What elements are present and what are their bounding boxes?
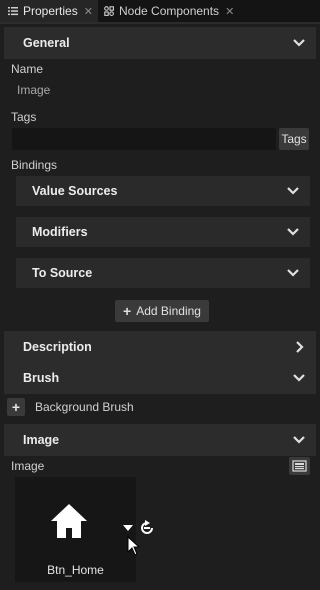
binding-modifiers-title: Modifiers: [32, 225, 88, 239]
add-background-brush-button[interactable]: +: [7, 398, 25, 416]
mouse-cursor-icon: [127, 536, 141, 556]
add-binding-button[interactable]: + Add Binding: [115, 300, 209, 322]
background-brush-row: + Background Brush: [0, 396, 320, 420]
section-brush-title: Brush: [23, 371, 60, 385]
name-label: Name: [11, 62, 44, 76]
tags-label: Tags: [11, 110, 37, 124]
node-components-icon: [104, 6, 114, 16]
chevron-down-icon: [293, 374, 305, 382]
tab-node-components[interactable]: Node Components ✕: [100, 0, 245, 22]
reset-icon[interactable]: [139, 520, 155, 536]
section-general-header[interactable]: General: [4, 27, 316, 59]
add-binding-label: Add Binding: [136, 304, 201, 318]
chevron-down-icon: [293, 39, 305, 47]
background-brush-label: Background Brush: [35, 400, 134, 414]
list-icon: [8, 7, 18, 16]
chevron-down-icon: [287, 269, 299, 277]
chevron-down-icon: [293, 436, 305, 444]
tab-node-components-label: Node Components: [119, 4, 220, 18]
section-brush-header[interactable]: Brush: [4, 362, 316, 394]
tags-input[interactable]: [12, 128, 276, 150]
section-description-header[interactable]: Description: [4, 331, 316, 363]
tab-properties-label: Properties: [23, 4, 78, 18]
section-general-title: General: [23, 36, 70, 50]
binding-value-sources-title: Value Sources: [32, 184, 118, 198]
binding-value-sources-header[interactable]: Value Sources: [16, 176, 310, 206]
image-thumbnail[interactable]: Btn_Home: [15, 477, 136, 582]
close-icon[interactable]: ✕: [225, 5, 234, 18]
image-browser-button[interactable]: [289, 457, 310, 475]
tab-properties[interactable]: Properties ✕: [0, 0, 98, 22]
plus-icon: +: [123, 303, 132, 319]
chevron-down-icon: [287, 187, 299, 195]
tab-underline: [0, 22, 320, 24]
bindings-label: Bindings: [11, 158, 58, 172]
tab-bar: Properties ✕ Node Components ✕: [0, 0, 320, 22]
section-image-title: Image: [23, 433, 60, 447]
binding-to-source-title: To Source: [32, 266, 93, 280]
close-icon[interactable]: ✕: [84, 5, 93, 18]
dropdown-arrow-icon[interactable]: [122, 524, 134, 532]
tags-button[interactable]: Tags: [279, 128, 309, 150]
image-property-label: Image: [11, 459, 45, 473]
section-image-header[interactable]: Image: [4, 424, 316, 456]
thumbnail-name: Btn_Home: [47, 563, 104, 577]
name-value[interactable]: Image: [17, 83, 50, 97]
chevron-down-icon: [287, 228, 299, 236]
home-icon: [51, 504, 87, 538]
binding-to-source-header[interactable]: To Source: [16, 258, 310, 288]
section-description-title: Description: [23, 340, 92, 354]
binding-modifiers-header[interactable]: Modifiers: [16, 217, 310, 247]
chevron-right-icon: [296, 341, 304, 353]
image-gallery-icon: [292, 460, 307, 472]
